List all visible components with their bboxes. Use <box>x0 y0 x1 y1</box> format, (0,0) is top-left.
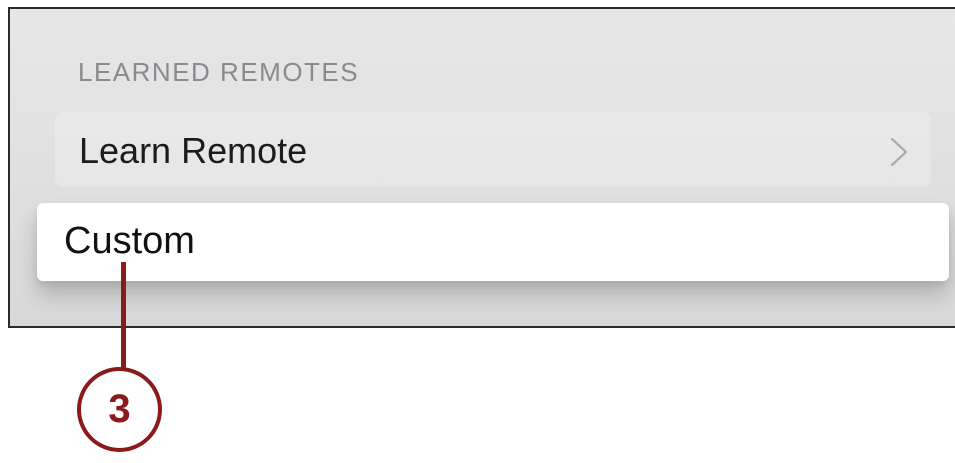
callout-number: 3 <box>108 387 131 431</box>
chevron-right-icon <box>890 137 908 167</box>
callout-leader-line <box>121 262 126 370</box>
custom-remote-row[interactable]: Custom <box>37 203 949 281</box>
callout-badge: 3 <box>77 367 162 452</box>
section-header-learned-remotes: LEARNED REMOTES <box>78 57 360 87</box>
custom-remote-label: Custom <box>64 220 195 262</box>
learn-remote-row[interactable]: Learn Remote <box>55 112 931 187</box>
tv-settings-screen: LEARNED REMOTES Learn Remote Custom <box>8 7 955 328</box>
learn-remote-label: Learn Remote <box>79 130 308 171</box>
